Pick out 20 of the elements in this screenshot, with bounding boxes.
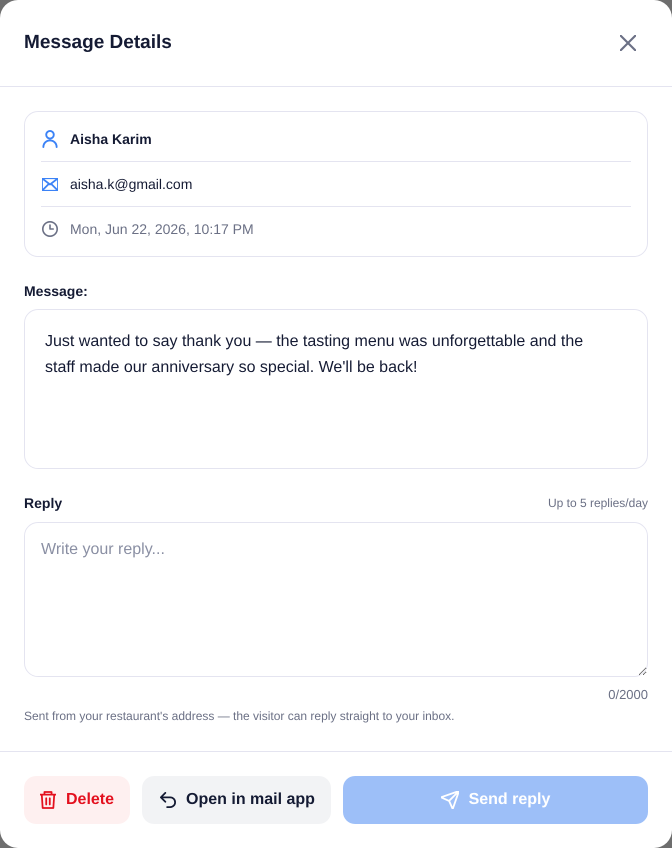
reply-limit-text: Up to 5 replies/day [548,496,648,510]
clock-icon [42,221,58,237]
close-icon [620,35,636,51]
trash-icon [40,791,56,809]
sender-email: aisha.k@gmail.com [70,176,192,192]
received-time: Mon, Jun 22, 2026, 10:17 PM [70,221,254,237]
character-counter: 0/2000 [608,687,648,703]
dialog-title: Message Details [24,32,172,54]
reply-hint-text: Sent from your restaurant's address — the visitor can reply straight to your inbox. [24,708,456,724]
delete-button[interactable]: Delete [24,776,130,824]
undo-arrow-icon [160,792,176,808]
reply-field[interactable]: Write your reply... [24,522,648,677]
person-icon [42,130,58,148]
sender-name: Aisha Karim [70,131,152,147]
open-mail-app-button[interactable]: Open in mail app [142,776,331,824]
message-text: Just wanted to say thank you — the tasting menu was unforgettable and the staff made our anniversary so special. We'll be back! [45,332,584,378]
paper-plane-icon [440,791,459,809]
reply-label: Reply [24,494,62,512]
message-label: Message: [24,282,89,300]
mail-icon [42,178,58,190]
